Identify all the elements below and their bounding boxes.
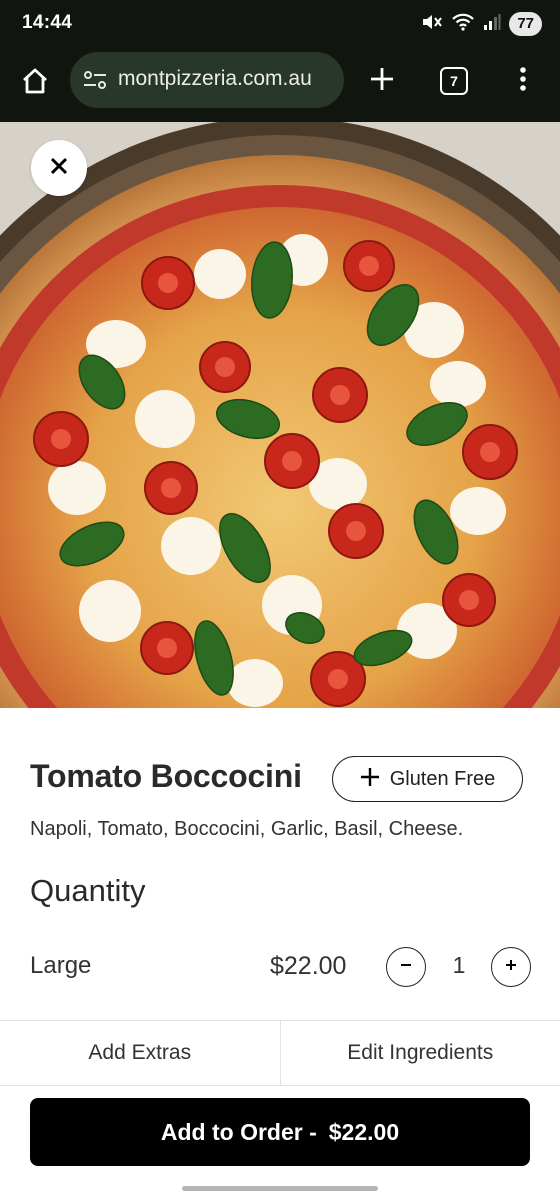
tab-switcher-button[interactable]: 7 — [440, 67, 468, 95]
product-description: Napoli, Tomato, Boccocini, Garlic, Basil… — [30, 818, 464, 840]
quantity-value: 1 — [452, 952, 466, 978]
tab-count: 7 — [450, 73, 458, 89]
gluten-free-button[interactable]: Gluten Free — [332, 756, 523, 802]
mute-icon — [421, 12, 443, 37]
more-menu-icon — [519, 66, 527, 97]
increment-button[interactable] — [491, 947, 531, 987]
quantity-heading: Quantity — [30, 873, 146, 908]
minus-icon — [399, 958, 413, 977]
wifi-icon — [451, 12, 475, 37]
item-price: $22.00 — [270, 952, 347, 980]
new-tab-icon — [368, 65, 396, 98]
battery-indicator: 77 — [509, 12, 542, 36]
tab-edit-ingredients[interactable]: Edit Ingredients — [279, 1021, 560, 1085]
signal-icon — [483, 13, 501, 36]
order-total: $22.00 — [328, 1118, 400, 1145]
browser-toolbar: montpizzeria.com.au 7 — [0, 48, 560, 122]
decrement-button[interactable] — [386, 947, 426, 987]
address-bar[interactable]: montpizzeria.com.au — [70, 52, 344, 108]
product-title: Tomato Boccocini — [30, 758, 302, 794]
tab-add-extras[interactable]: Add Extras — [0, 1021, 280, 1085]
plus-icon — [504, 958, 518, 977]
options-tabs: Add Extras Edit Ingredients — [0, 1020, 560, 1086]
size-label: Large — [30, 952, 92, 979]
gluten-free-label: Gluten Free — [389, 767, 496, 790]
pizza-image — [0, 122, 560, 708]
add-to-order-button[interactable]: Add to Order - $22.00 — [30, 1098, 530, 1166]
home-icon — [20, 66, 50, 101]
status-time: 14:44 — [22, 12, 73, 33]
close-icon — [49, 156, 69, 181]
site-settings-icon[interactable] — [82, 68, 108, 92]
add-to-order-label: Add to Order - — [160, 1118, 317, 1145]
status-bar: 14:44 77 — [0, 0, 560, 48]
home-button[interactable] — [16, 64, 54, 102]
more-menu-button[interactable] — [508, 63, 538, 99]
home-indicator[interactable] — [182, 1186, 378, 1191]
new-tab-button[interactable] — [364, 63, 400, 99]
status-icons: 77 — [421, 11, 542, 37]
plus-icon — [360, 767, 380, 792]
close-button[interactable] — [31, 140, 87, 196]
url-text[interactable]: montpizzeria.com.au — [118, 67, 336, 91]
